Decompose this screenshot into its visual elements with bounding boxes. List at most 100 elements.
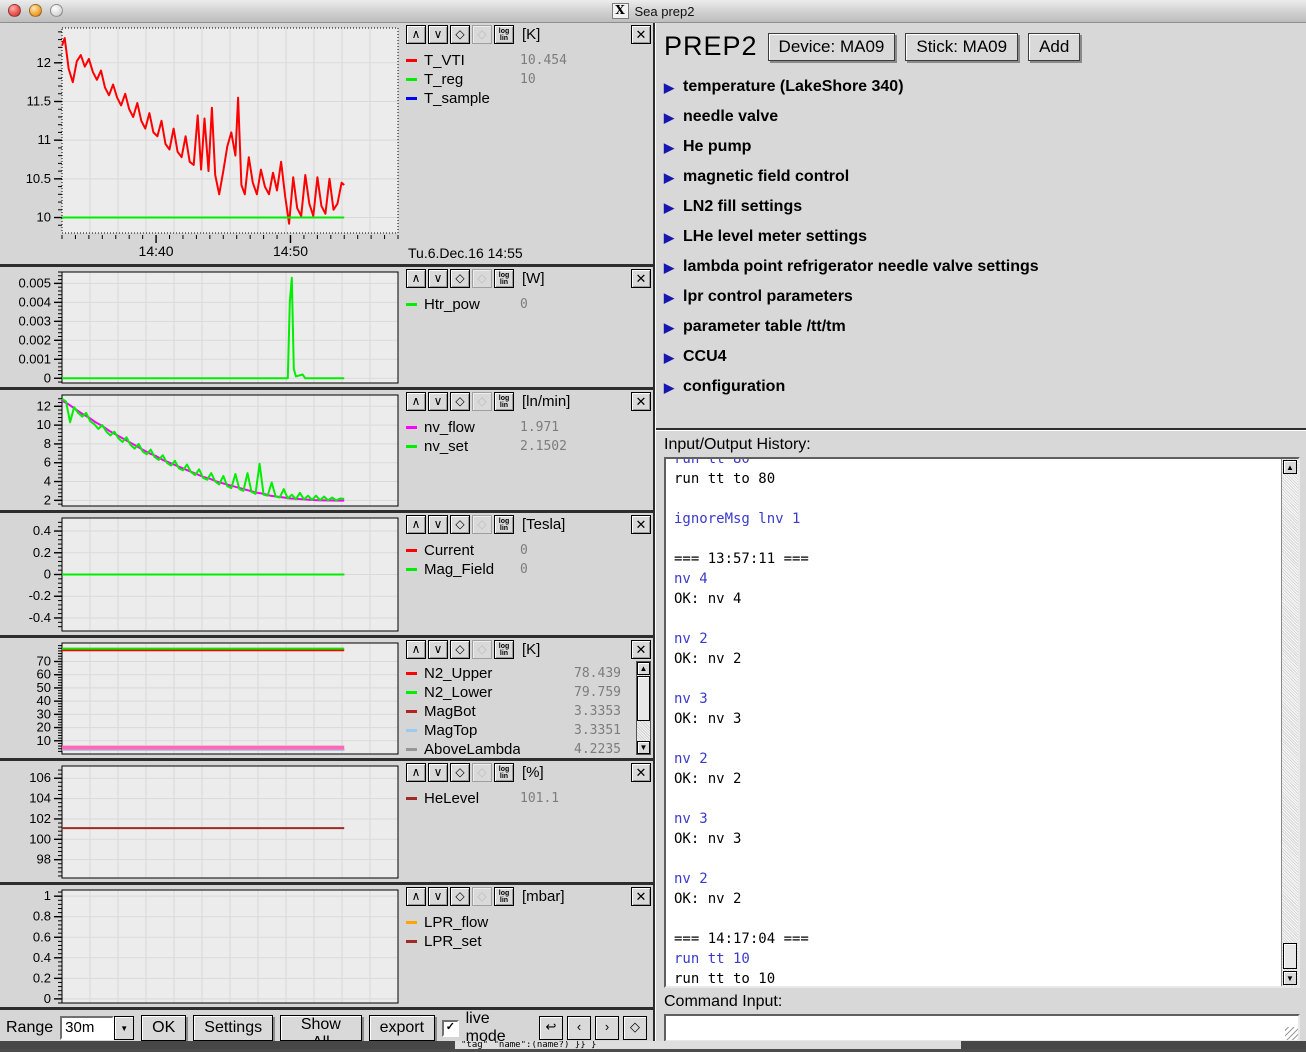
scale-up-icon[interactable]: ∧: [406, 640, 426, 659]
close-panel-icon[interactable]: ✕: [631, 269, 651, 288]
expand-triangle-icon[interactable]: ▶: [664, 381, 674, 394]
scroll-down-icon[interactable]: ▼: [637, 741, 650, 754]
plot-temperature[interactable]: 1211.51110.51014:4014:50: [0, 23, 402, 264]
scale-down-icon[interactable]: ∨: [428, 640, 448, 659]
expand-triangle-icon[interactable]: ▶: [664, 321, 674, 334]
legend-item-lpr_flow[interactable]: LPR_flow: [406, 913, 651, 932]
legend-item-magbot[interactable]: MagBot3.3353: [406, 702, 651, 721]
zoom-icon[interactable]: ◇: [450, 269, 470, 288]
legend-scrollbar[interactable]: ▲▼: [636, 661, 651, 755]
range-value[interactable]: 30m: [60, 1016, 114, 1040]
tree-item-lambda-point-refrigerator-needle-valve-settings[interactable]: ▶lambda point refrigerator needle valve …: [664, 252, 1306, 282]
zoom-icon[interactable]: ◇: [450, 640, 470, 659]
log-lin-toggle-icon[interactable]: loglin: [494, 640, 514, 659]
scroll-thumb[interactable]: [1283, 943, 1297, 969]
range-select[interactable]: 30m ▼: [60, 1016, 134, 1040]
refresh-icon[interactable]: ↩: [539, 1016, 563, 1040]
scale-up-icon[interactable]: ∧: [406, 515, 426, 534]
log-lin-toggle-icon[interactable]: loglin: [494, 25, 514, 44]
close-panel-icon[interactable]: ✕: [631, 640, 651, 659]
expand-triangle-icon[interactable]: ▶: [664, 351, 674, 364]
settings-button[interactable]: Settings: [193, 1015, 273, 1041]
scale-down-icon[interactable]: ∨: [428, 763, 448, 782]
legend-item-n2_lower[interactable]: N2_Lower79.759: [406, 683, 651, 702]
plot-needle-valve[interactable]: 12108642: [0, 390, 402, 510]
zoom-icon[interactable]: ◇: [450, 887, 470, 906]
expand-triangle-icon[interactable]: ▶: [664, 261, 674, 274]
chevron-down-icon[interactable]: ▼: [114, 1016, 134, 1040]
zoom-icon[interactable]: ◇: [450, 515, 470, 534]
legend-item-htr_pow[interactable]: Htr_pow0: [406, 295, 651, 314]
close-panel-icon[interactable]: ✕: [631, 763, 651, 782]
scale-up-icon[interactable]: ∧: [406, 269, 426, 288]
expand-triangle-icon[interactable]: ▶: [664, 141, 674, 154]
tree-item-ln2-fill-settings[interactable]: ▶LN2 fill settings: [664, 192, 1306, 222]
command-input[interactable]: [666, 1016, 1298, 1040]
scale-down-icon[interactable]: ∨: [428, 887, 448, 906]
log-lin-toggle-icon[interactable]: loglin: [494, 763, 514, 782]
legend-item-mag_field[interactable]: Mag_Field0: [406, 560, 651, 579]
legend-item-t_sample[interactable]: T_sample: [406, 89, 651, 108]
titlebar[interactable]: X Sea prep2: [0, 0, 1306, 23]
close-panel-icon[interactable]: ✕: [631, 392, 651, 411]
export-button[interactable]: export: [369, 1015, 435, 1041]
expand-range-icon[interactable]: ◇: [623, 1016, 647, 1040]
log-lin-toggle-icon[interactable]: loglin: [494, 392, 514, 411]
expand-triangle-icon[interactable]: ▶: [664, 171, 674, 184]
legend-item-t_reg[interactable]: T_reg10: [406, 70, 651, 89]
tree-item-configuration[interactable]: ▶configuration: [664, 372, 1306, 402]
legend-item-nv_flow[interactable]: nv_flow1.971: [406, 418, 651, 437]
expand-triangle-icon[interactable]: ▶: [664, 291, 674, 304]
close-window-button[interactable]: [8, 4, 21, 17]
tree-item-parameter-table-tt-tm[interactable]: ▶parameter table /tt/tm: [664, 312, 1306, 342]
close-panel-icon[interactable]: ✕: [631, 515, 651, 534]
scale-up-icon[interactable]: ∧: [406, 763, 426, 782]
plot-lpr[interactable]: 10.80.60.40.20: [0, 885, 402, 1007]
scroll-down-icon[interactable]: ▼: [1283, 971, 1297, 985]
plot-cryostat-temps[interactable]: 70605040302010: [0, 638, 402, 758]
log-lin-toggle-icon[interactable]: loglin: [494, 887, 514, 906]
tree-item-magnetic-field-control[interactable]: ▶magnetic field control: [664, 162, 1306, 192]
zoom-icon[interactable]: ◇: [450, 392, 470, 411]
tree-item-ccu4[interactable]: ▶CCU4: [664, 342, 1306, 372]
step-back-icon[interactable]: ‹: [567, 1016, 591, 1040]
zoom-window-button[interactable]: [50, 4, 63, 17]
tree-item-he-pump[interactable]: ▶He pump: [664, 132, 1306, 162]
history-scrollbar[interactable]: ▲ ▼: [1281, 459, 1298, 986]
log-lin-toggle-icon[interactable]: loglin: [494, 515, 514, 534]
legend-item-current[interactable]: Current0: [406, 541, 651, 560]
scale-up-icon[interactable]: ∧: [406, 392, 426, 411]
tree-item-needle-valve[interactable]: ▶needle valve: [664, 102, 1306, 132]
tree-item-temperature-lakeshore-340[interactable]: ▶temperature (LakeShore 340): [664, 72, 1306, 102]
stick-button[interactable]: Stick: MA09: [905, 33, 1018, 61]
scale-down-icon[interactable]: ∨: [428, 392, 448, 411]
zoom-icon[interactable]: ◇: [450, 25, 470, 44]
scroll-up-icon[interactable]: ▲: [1283, 460, 1297, 474]
legend-item-magtop[interactable]: MagTop3.3351: [406, 721, 651, 740]
show-all-button[interactable]: Show All: [280, 1015, 361, 1041]
legend-item-lpr_set[interactable]: LPR_set: [406, 932, 651, 951]
close-panel-icon[interactable]: ✕: [631, 25, 651, 44]
scale-down-icon[interactable]: ∨: [428, 515, 448, 534]
scale-up-icon[interactable]: ∧: [406, 887, 426, 906]
log-lin-toggle-icon[interactable]: loglin: [494, 269, 514, 288]
device-button[interactable]: Device: MA09: [768, 33, 896, 61]
step-forward-icon[interactable]: ›: [595, 1016, 619, 1040]
expand-triangle-icon[interactable]: ▶: [664, 201, 674, 214]
history-box[interactable]: run tt 80run tt to 80 ignoreMsg lnv 1 ==…: [664, 457, 1300, 988]
legend-item-t_vti[interactable]: T_VTI10.454: [406, 51, 651, 70]
scroll-up-icon[interactable]: ▲: [637, 662, 650, 675]
add-button[interactable]: Add: [1028, 33, 1080, 61]
plot-heater-power[interactable]: 0.0050.0040.0030.0020.0010: [0, 267, 402, 387]
scale-down-icon[interactable]: ∨: [428, 25, 448, 44]
tree-item-lhe-level-meter-settings[interactable]: ▶LHe level meter settings: [664, 222, 1306, 252]
resize-grip-icon[interactable]: [1285, 1027, 1298, 1040]
tree-item-lpr-control-parameters[interactable]: ▶lpr control parameters: [664, 282, 1306, 312]
scale-up-icon[interactable]: ∧: [406, 25, 426, 44]
plot-he-level[interactable]: 10610410210098: [0, 761, 402, 882]
legend-item-abovelambda[interactable]: AboveLambda4.2235: [406, 740, 651, 759]
legend-item-nv_set[interactable]: nv_set2.1502: [406, 437, 651, 456]
scroll-thumb[interactable]: [637, 676, 650, 721]
legend-item-helevel[interactable]: HeLevel101.1: [406, 789, 651, 808]
scale-down-icon[interactable]: ∨: [428, 269, 448, 288]
